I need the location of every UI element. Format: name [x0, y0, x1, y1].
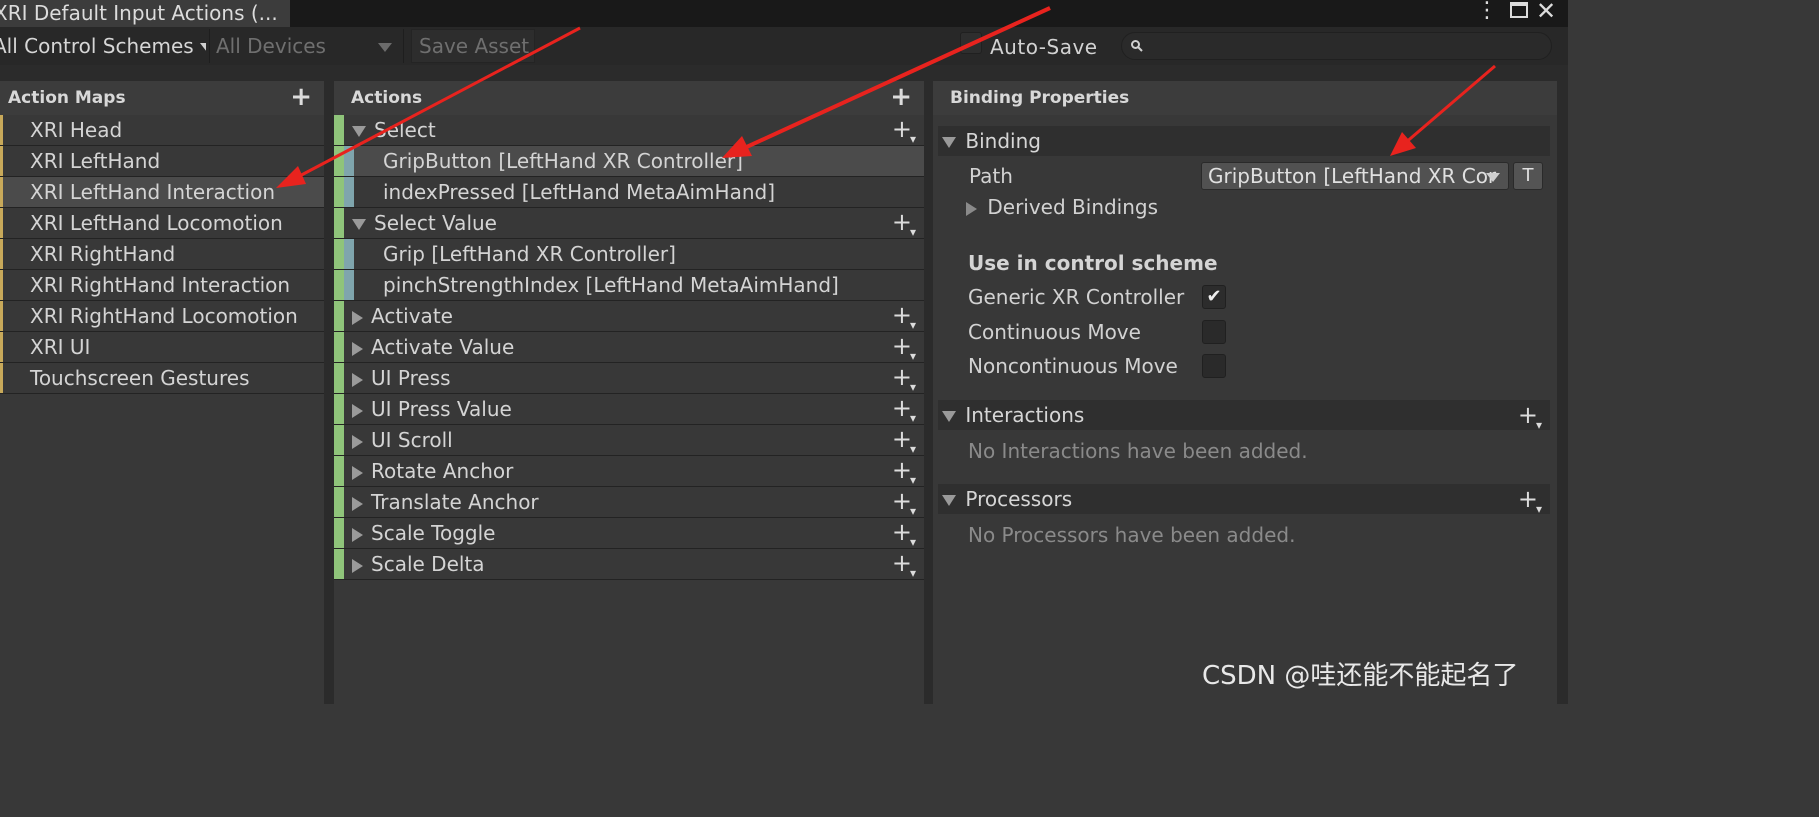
annotation-arrow — [722, 6, 1051, 158]
annotation-arrows — [276, 6, 1496, 188]
annotation-arrow — [276, 26, 581, 188]
annotation-arrow — [1390, 64, 1496, 156]
